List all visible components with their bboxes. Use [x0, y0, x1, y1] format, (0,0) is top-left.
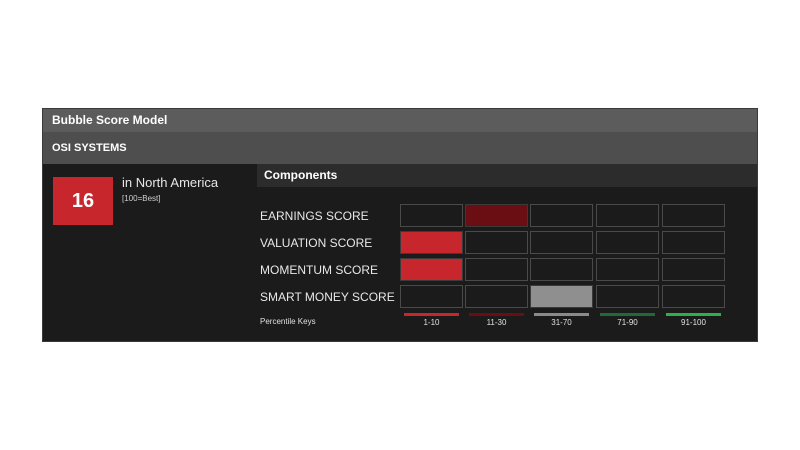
percentile-key-bar	[666, 313, 721, 316]
component-cell	[662, 231, 725, 254]
percentile-key-bar	[469, 313, 524, 316]
component-cell	[596, 258, 659, 281]
score-region: in North America	[122, 175, 219, 190]
component-cell	[400, 204, 463, 227]
component-cell	[530, 231, 593, 254]
percentile-key-label: 91-100	[681, 318, 706, 327]
component-cell	[530, 204, 593, 227]
component-cell	[596, 204, 659, 227]
component-row-label: EARNINGS SCORE	[260, 209, 369, 223]
component-cell	[465, 204, 528, 227]
score-badge: 16	[53, 177, 113, 225]
component-cell	[662, 258, 725, 281]
component-cell	[400, 285, 463, 308]
component-cell	[465, 285, 528, 308]
component-row-label: VALUATION SCORE	[260, 236, 373, 250]
percentile-key-bar	[534, 313, 589, 316]
component-cell	[530, 285, 593, 308]
bubble-score-widget: Bubble Score Model OSI SYSTEMS 16 in Nor…	[42, 108, 758, 342]
component-row-label: SMART MONEY SCORE	[260, 290, 395, 304]
percentile-key-label: 71-90	[617, 318, 638, 327]
percentile-key-bar	[600, 313, 655, 316]
percentile-key-label: 31-70	[551, 318, 572, 327]
percentile-keys-label: Percentile Keys	[260, 317, 316, 326]
percentile-key-label: 1-10	[423, 318, 440, 327]
component-cell	[400, 231, 463, 254]
component-row-label: MOMENTUM SCORE	[260, 263, 378, 277]
score-scale-note: [100=Best]	[122, 194, 161, 203]
model-title: Bubble Score Model	[43, 109, 757, 132]
percentile-key-label: 11-30	[486, 318, 507, 327]
component-cell	[596, 231, 659, 254]
component-cell	[400, 258, 463, 281]
component-cell	[530, 258, 593, 281]
components-header: Components	[257, 164, 757, 187]
component-cell	[662, 285, 725, 308]
company-name: OSI SYSTEMS	[43, 132, 757, 164]
component-cell	[465, 258, 528, 281]
percentile-key-bar	[404, 313, 459, 316]
component-cell	[596, 285, 659, 308]
component-cell	[465, 231, 528, 254]
component-cell	[662, 204, 725, 227]
